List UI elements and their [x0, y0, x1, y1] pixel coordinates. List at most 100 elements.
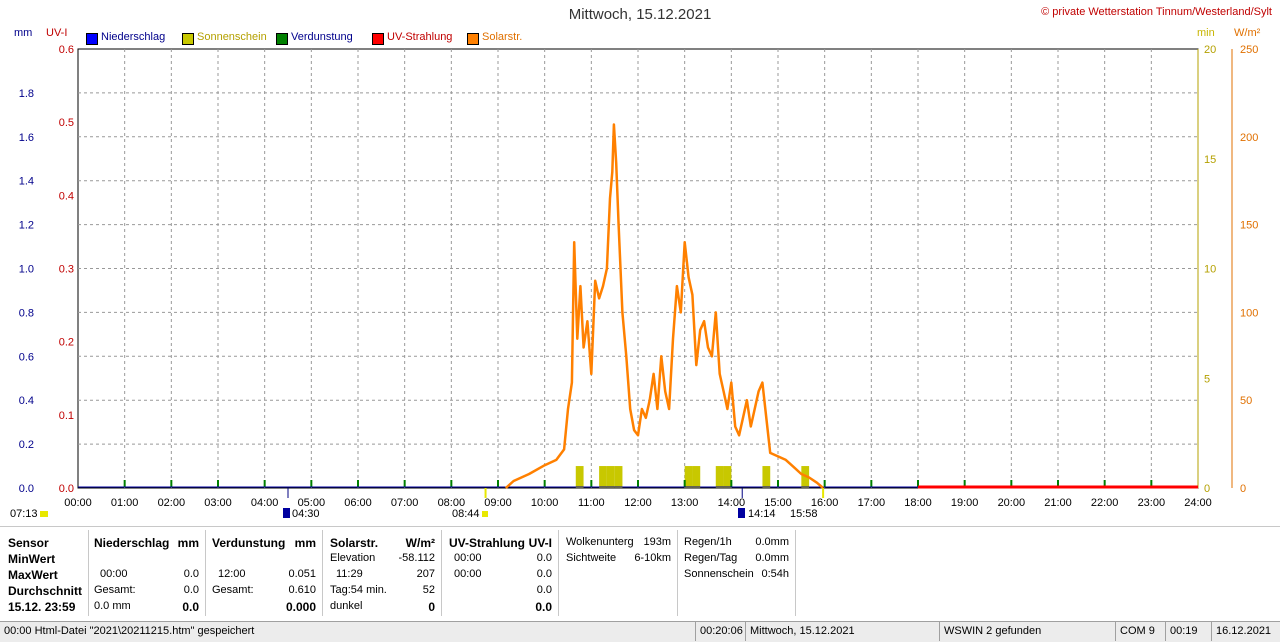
- status-elapsed: 00:20:06: [696, 622, 746, 641]
- verdunstung-max-time: 12:00: [218, 568, 246, 580]
- tick-x: 01:00: [111, 497, 139, 509]
- sensor-header: Sensor: [8, 536, 49, 550]
- tick-x: 00:00: [64, 497, 92, 509]
- verdunstung-header: Verdunstung: [212, 536, 286, 550]
- tick-x: 20:00: [998, 497, 1026, 509]
- solar-line: [504, 123, 824, 489]
- col-uv: UV-Strahlung UV-I 00:00 0.0 00:00 0.0 0.0 0…: [442, 530, 559, 616]
- verdunstung-max-val: 0.051: [288, 568, 316, 580]
- tick-mm: 0.2: [19, 439, 34, 451]
- marker-1558: 15:58: [790, 508, 818, 520]
- uv-min-time: 00:00: [454, 552, 482, 564]
- tick-x: 18:00: [904, 497, 932, 509]
- sunshine-bar: [614, 466, 623, 488]
- tick-wm2: 250: [1240, 44, 1258, 56]
- visibility-val: 6-10km: [634, 552, 671, 564]
- status-com: COM 9: [1116, 622, 1166, 641]
- tick-x: 10:00: [531, 497, 559, 509]
- tick-mm: 1.0: [19, 264, 34, 276]
- tick-mm: 0.0: [19, 483, 34, 495]
- tick-x: 03:00: [204, 497, 232, 509]
- solar-header: Solarstr.: [330, 536, 379, 550]
- tick-uv: 0.4: [59, 190, 74, 202]
- uv-header: UV-Strahlung: [449, 536, 526, 550]
- solar-elevation-label: Elevation: [330, 552, 376, 564]
- moonset-icon: [738, 508, 745, 518]
- tick-wm2: 150: [1240, 220, 1258, 232]
- rain-1h-label: Regen/1h: [684, 536, 732, 548]
- solar-elevation-val: -58.112: [398, 552, 436, 564]
- sunshine-bar: [575, 466, 584, 488]
- tick-uv: 0.6: [59, 44, 74, 56]
- marker-0844: 08:44: [452, 508, 480, 520]
- col-solar: Solarstr. W/m² Elevation -58.112 11:29 207 …: [323, 530, 442, 616]
- rain-day-label: Regen/Tag: [684, 552, 738, 564]
- solar-avg: 0: [428, 600, 435, 614]
- tick-uv: 0.2: [59, 337, 74, 349]
- sunshine-bar: [723, 466, 732, 488]
- col-cloud: Wolkenunterg 193m Sichtweite 6-10km: [559, 530, 678, 616]
- solar-dunkel-label: dunkel: [330, 600, 363, 612]
- niederschlag-avg: 0.0: [182, 600, 199, 614]
- tick-x: 22:00: [1091, 497, 1119, 509]
- niederschlag-day: 0.0 mm: [94, 600, 131, 612]
- verdunstung-gesamt-val: 0.610: [288, 584, 316, 596]
- sunrise-icon: [40, 511, 48, 517]
- cloud-label: Wolkenunterg: [566, 536, 634, 548]
- uv-avg: 0.0: [535, 600, 552, 614]
- tick-x: 12:00: [624, 497, 652, 509]
- uv-total-val: 0.0: [536, 584, 552, 596]
- tick-mm: 1.6: [19, 132, 34, 144]
- tick-x: 06:00: [344, 497, 372, 509]
- tick-x: 09:00: [484, 497, 512, 509]
- tick-mm: 1.2: [19, 220, 34, 232]
- sensor-datetime: 15.12. 23:59: [8, 600, 76, 614]
- tick-x: 04:00: [251, 497, 279, 509]
- solar-tag-val: 52: [422, 584, 435, 596]
- niederschlag-max-val: 0.0: [183, 568, 199, 580]
- rain-day-val: 0.0mm: [755, 552, 789, 564]
- sensor-minwert: MinWert: [8, 552, 56, 566]
- tick-x: 24:00: [1184, 497, 1212, 509]
- niederschlag-gesamt-label: Gesamt:: [94, 584, 136, 596]
- uv-max-time: 00:00: [454, 568, 482, 580]
- tick-wm2: 50: [1240, 395, 1252, 407]
- tick-wm2: 200: [1240, 132, 1258, 144]
- tick-x: 21:00: [1044, 497, 1072, 509]
- status-time: 00:19: [1166, 622, 1212, 641]
- uv-max-val: 0.0: [536, 568, 552, 580]
- tick-mm: 0.6: [19, 351, 34, 363]
- marker-0430: 04:30: [292, 508, 320, 520]
- sensor-durchschnitt: Durchschnitt: [8, 584, 83, 598]
- sunset-icon: [482, 511, 488, 517]
- visibility-label: Sichtweite: [566, 552, 617, 564]
- tick-x: 07:00: [391, 497, 419, 509]
- tick-mm: 0.4: [19, 395, 34, 407]
- niederschlag-header: Niederschlag: [94, 536, 170, 550]
- uv-min-val: 0.0: [536, 552, 552, 564]
- tick-min: 20: [1204, 44, 1216, 56]
- tick-x: 11:00: [578, 497, 605, 509]
- status-current-date: 16.12.2021: [1216, 625, 1272, 637]
- uv-unit: UV-I: [528, 536, 552, 550]
- rain-1h-val: 0.0mm: [755, 536, 789, 548]
- sensor-maxwert: MaxWert: [8, 568, 58, 582]
- chart: 1.8 1.6 1.4 1.2 1.0 0.8 0.6 0.4 0.2 0.0 0.6 0.5 0.4 0…: [19, 44, 1258, 518]
- tick-x: 14:00: [718, 497, 746, 509]
- sunshine-val: 0:54h: [761, 568, 789, 580]
- niederschlag-gesamt-val: 0.0: [183, 584, 199, 596]
- sunshine-bar: [692, 466, 701, 488]
- verdunstung-avg: 0.000: [285, 600, 316, 614]
- tick-min: 0: [1204, 483, 1210, 495]
- verdunstung-gesamt-label: Gesamt:: [212, 584, 254, 596]
- col-verdunstung: Verdunstung mm 12:00 0.051 Gesamt: 0.610 0.…: [206, 530, 323, 616]
- marker-0713: 07:13: [10, 508, 38, 520]
- sunshine-label: Sonnenschein: [684, 568, 754, 580]
- solar-max-time: 11:29: [336, 568, 363, 580]
- sunshine-bar: [715, 466, 724, 488]
- col-rain: Regen/1h 0.0mm Regen/Tag 0.0mm Sonnenschei…: [678, 530, 796, 616]
- moonrise-icon: [283, 508, 290, 518]
- status-bar: 00:00 Html-Datei "2021\20211215.htm" ges…: [0, 621, 1280, 642]
- sunshine-bar: [684, 466, 693, 488]
- tick-x: 02:00: [158, 497, 186, 509]
